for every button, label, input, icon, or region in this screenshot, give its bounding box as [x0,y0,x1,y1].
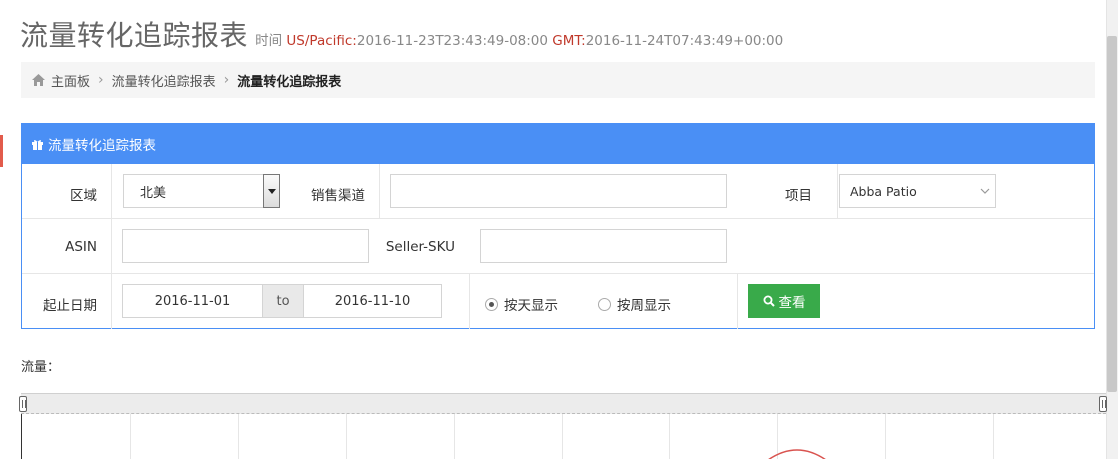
panel-title: 流量转化追踪报表 [48,138,156,154]
chart-grid-line [454,414,455,459]
channel-label: 销售渠道 [311,188,365,204]
row-divider [111,274,112,329]
project-select-value: Abba Patio [850,183,917,199]
seller-sku-input[interactable] [480,229,727,263]
row-divider [737,274,738,329]
seller-sku-label: Seller-SKU [385,239,455,255]
page-title: 流量转化追踪报表 [20,19,249,52]
tz-gmt-label: GMT: [552,33,586,49]
vertical-scrollbar[interactable] [1106,0,1118,459]
asin-input[interactable] [122,229,369,263]
panel-heading: 流量转化追踪报表 [22,124,1094,164]
radio-by-day[interactable]: 按天显示 [485,294,558,314]
start-date-input[interactable]: 2016-11-01 [122,284,263,318]
breadcrumb-current: 流量转化追踪报表 [237,74,342,90]
region-select-value: 北美 [140,185,167,201]
chart-series-arc [768,449,826,459]
end-date-input[interactable]: 2016-11-10 [303,284,442,318]
chart-grid-line [993,414,994,459]
radio-by-week-label: 按周显示 [617,298,671,314]
dropdown-arrow-icon[interactable] [263,174,280,208]
region-select[interactable]: 北美 [123,174,280,208]
project-label: 项目 [785,188,812,204]
tz-pacific-value: 2016-11-23T23:43:49-08:00 [356,33,548,49]
traffic-chart-label: 流量： [21,360,61,375]
chevron-down-icon [980,188,990,194]
radio-by-week[interactable]: 按周显示 [598,294,671,314]
chart-grid-line [669,414,670,459]
filter-panel: 流量转化追踪报表 区域 北美 销售渠道 项目 Abba Patio ASIN S… [21,123,1095,329]
breadcrumb-home[interactable]: 主面板 [51,71,90,90]
chart-grid-line [562,414,563,459]
breadcrumb: 主面板 › 流量转化追踪报表 › 流量转化追踪报表 [21,62,1095,98]
chart-range-navigator[interactable] [19,393,1107,414]
home-icon [32,74,45,86]
project-select[interactable]: Abba Patio [839,174,996,208]
chart-grid-line [885,414,886,459]
search-icon [763,295,775,307]
row-divider [379,164,380,219]
tz-pacific-label: US/Pacific: [286,33,357,49]
server-time: 时间 US/Pacific:2016-11-23T23:43:49-08:00 … [255,33,783,49]
row-divider [837,164,838,219]
gift-icon [32,139,43,150]
range-handle-right[interactable] [1099,396,1107,412]
traffic-chart-area [21,414,1106,459]
page-header: 流量转化追踪报表 时间 US/Pacific:2016-11-23T23:43:… [20,14,783,54]
row-divider [111,164,112,219]
filter-row-asin: ASIN Seller-SKU [22,219,1094,274]
radio-checked-icon[interactable] [485,297,498,311]
chart-grid-line [346,414,347,459]
query-button-label: 查看 [778,295,806,311]
radio-unchecked-icon[interactable] [598,297,611,311]
tz-gmt-value: 2016-11-24T07:43:49+00:00 [585,33,784,49]
range-handle-left[interactable] [19,396,27,412]
chart-grid-line [130,414,131,459]
channel-input[interactable] [390,174,727,208]
breadcrumb-separator-icon: › [223,72,230,88]
chart-grid-line [238,414,239,459]
radio-by-day-label: 按天显示 [504,298,558,314]
time-label: 时间 [255,33,283,49]
filter-row-region: 区域 北美 销售渠道 项目 Abba Patio [22,164,1094,219]
region-label: 区域 [70,188,97,204]
scrollbar-thumb[interactable] [1107,36,1117,392]
date-range-label: 起止日期 [43,298,97,314]
breadcrumb-separator-icon: › [98,72,104,88]
row-divider [111,219,112,274]
row-divider [469,274,470,329]
asin-label: ASIN [65,239,97,255]
query-button[interactable]: 查看 [748,284,820,318]
date-to-addon: to [263,284,303,318]
filter-row-date: 起止日期 2016-11-01 to 2016-11-10 按天显示 按周显示 … [22,274,1094,329]
left-edge-marker [0,135,3,167]
breadcrumb-report-group[interactable]: 流量转化追踪报表 [112,71,216,90]
